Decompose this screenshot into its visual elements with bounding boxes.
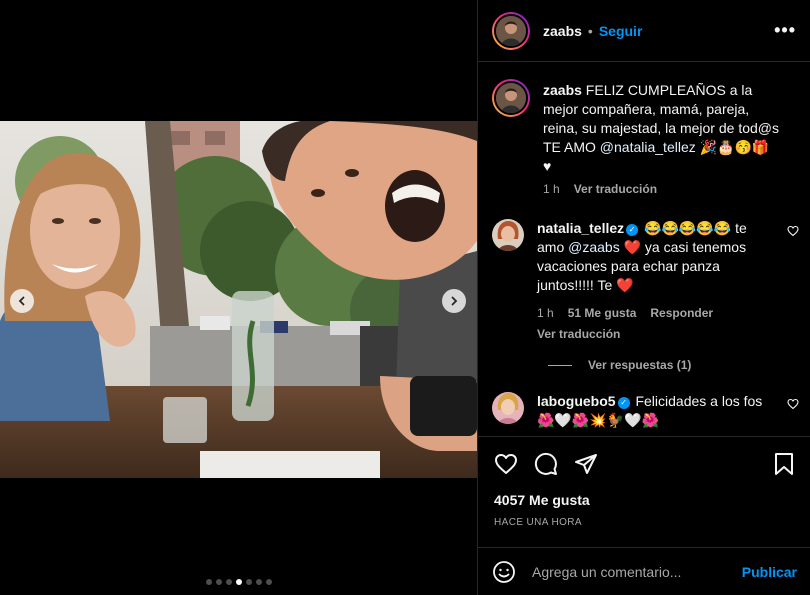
comment-like-heart-icon[interactable] bbox=[787, 225, 799, 237]
caption-time[interactable]: 1 h bbox=[543, 180, 560, 199]
verified-badge-icon: ✓ bbox=[626, 224, 639, 236]
comment-translate-link[interactable]: Ver traducción bbox=[537, 325, 620, 344]
avatar-image bbox=[492, 219, 524, 251]
action-icons-row bbox=[494, 451, 795, 477]
comments-list[interactable]: zaabs FELIZ CUMPLEAÑOS a la mejor compañ… bbox=[478, 63, 810, 435]
post-photo[interactable] bbox=[0, 121, 477, 478]
caption-username[interactable]: zaabs bbox=[543, 82, 582, 98]
replies-divider bbox=[548, 364, 572, 366]
author-username[interactable]: zaabs bbox=[543, 23, 582, 39]
share-paper-plane-icon[interactable] bbox=[574, 452, 598, 476]
more-options-icon[interactable]: ••• bbox=[774, 20, 796, 41]
previous-photo-button[interactable] bbox=[10, 289, 34, 313]
emoji-smiley-icon[interactable] bbox=[492, 560, 516, 584]
avatar-image bbox=[496, 15, 526, 46]
comment-username[interactable]: laboguebo5 bbox=[537, 393, 616, 409]
chevron-left-icon bbox=[18, 296, 25, 306]
carousel-dot bbox=[266, 579, 272, 585]
view-replies-label: Ver respuestas (1) bbox=[588, 358, 692, 372]
avatar-image bbox=[496, 83, 526, 113]
like-heart-icon[interactable] bbox=[494, 452, 518, 476]
carousel-dot bbox=[236, 579, 242, 585]
photo-illustration bbox=[0, 121, 477, 478]
carousel-dot bbox=[226, 579, 232, 585]
view-replies-button[interactable]: Ver respuestas (1) bbox=[548, 358, 810, 372]
caption-translate-link[interactable]: Ver traducción bbox=[574, 180, 657, 199]
comment-bubble-icon[interactable] bbox=[534, 452, 558, 476]
post-header: zaabs • Seguir ••• bbox=[478, 0, 810, 62]
chevron-right-icon bbox=[451, 296, 458, 306]
add-comment-bar: Publicar bbox=[478, 547, 810, 595]
comment-like-heart-icon[interactable] bbox=[787, 398, 799, 410]
caption-mention-link[interactable]: @natalia_tellez bbox=[600, 139, 696, 155]
carousel-dot bbox=[216, 579, 222, 585]
post-timestamp[interactable]: HACE UNA HORA bbox=[494, 517, 795, 528]
post-caption: zaabs FELIZ CUMPLEAÑOS a la mejor compañ… bbox=[478, 63, 810, 199]
next-photo-button[interactable] bbox=[442, 289, 466, 313]
comment-time[interactable]: 1 h bbox=[537, 304, 554, 323]
carousel-dot bbox=[256, 579, 262, 585]
avatar-image bbox=[492, 392, 524, 424]
caption-emojis: 🎉🎂😚🎁 bbox=[695, 139, 770, 155]
carousel-indicator bbox=[206, 579, 272, 585]
post-actions: 4057 Me gusta HACE UNA HORA bbox=[478, 436, 810, 528]
commenter-avatar[interactable] bbox=[492, 392, 524, 424]
caption-line2: TE AMO bbox=[543, 139, 600, 155]
header-separator: • bbox=[587, 22, 593, 39]
author-avatar[interactable] bbox=[492, 11, 530, 50]
comment-item: laboguebo5 ✓ Felicidades a los fos 🌺🤍🌺💥🐓🤍… bbox=[478, 392, 810, 430]
comment-mention-link[interactable]: @zaabs bbox=[568, 239, 620, 255]
caption-author-avatar[interactable] bbox=[492, 79, 530, 117]
commenter-avatar[interactable] bbox=[492, 219, 524, 251]
comment-item: natalia_tellez ✓ 😂😂😂😂😂 te amo @zaabs ❤️ y… bbox=[478, 219, 810, 344]
caption-heart: ♥ bbox=[543, 158, 552, 174]
verified-badge-icon: ✓ bbox=[617, 397, 630, 409]
carousel-dot bbox=[246, 579, 252, 585]
comment-input[interactable] bbox=[532, 563, 742, 580]
comment-username[interactable]: natalia_tellez bbox=[537, 220, 624, 236]
reply-button[interactable]: Responder bbox=[650, 304, 713, 323]
likes-count[interactable]: 4057 Me gusta bbox=[494, 492, 795, 508]
save-bookmark-icon[interactable] bbox=[773, 452, 795, 476]
follow-button[interactable]: Seguir bbox=[599, 23, 643, 39]
post-side-panel: zaabs • Seguir ••• zaabs FELIZ CUMPLEAÑO… bbox=[477, 0, 810, 595]
comment-likes[interactable]: 51 Me gusta bbox=[568, 304, 637, 323]
post-media bbox=[0, 0, 477, 595]
carousel-dot bbox=[206, 579, 212, 585]
publish-comment-button[interactable]: Publicar bbox=[742, 564, 797, 580]
